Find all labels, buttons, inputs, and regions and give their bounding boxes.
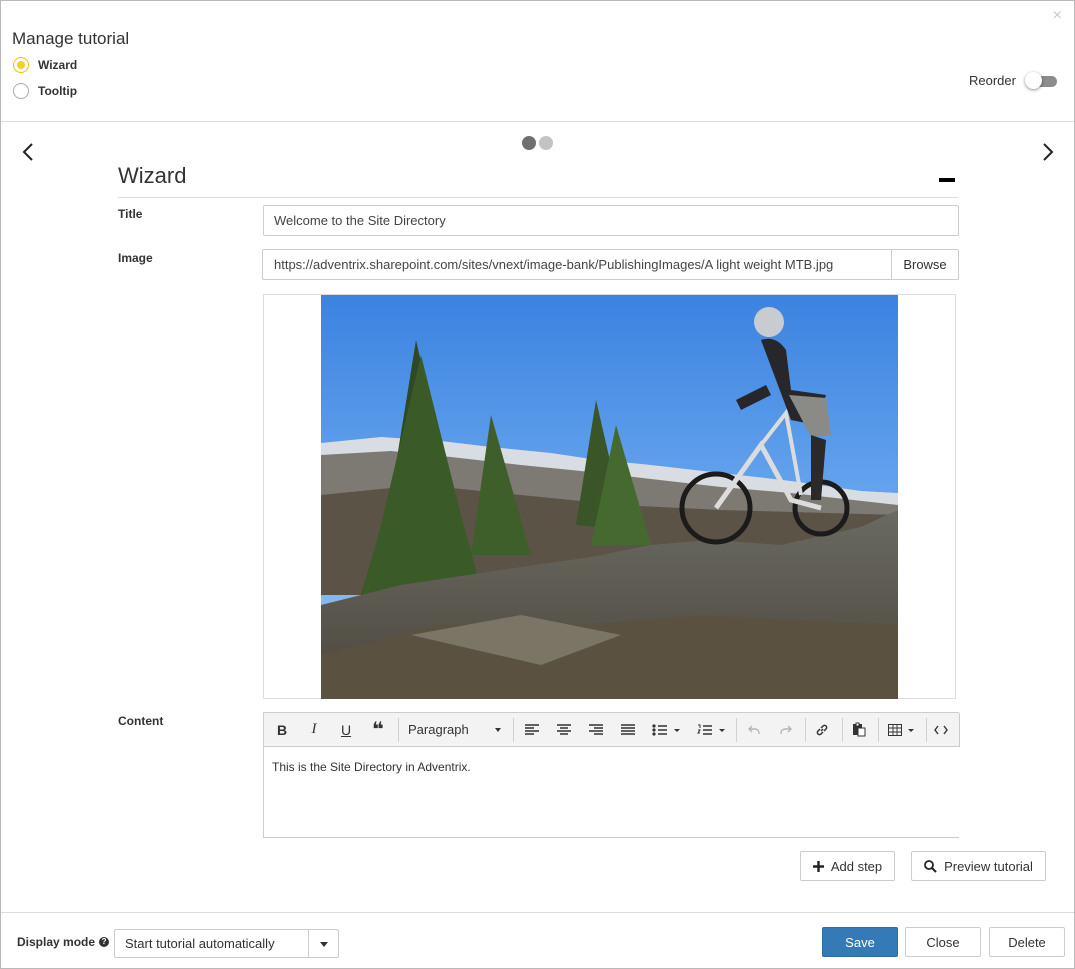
editor-content[interactable]: This is the Site Directory in Adventrix. — [272, 760, 471, 774]
numbered-list-icon[interactable] — [695, 713, 729, 746]
radio-checked-icon[interactable] — [13, 57, 29, 73]
toolbar-separator — [513, 718, 514, 742]
step-dot-2[interactable] — [539, 136, 553, 150]
step-dot-1[interactable] — [522, 136, 536, 150]
toolbar-separator — [736, 718, 737, 742]
align-right-icon[interactable] — [586, 713, 606, 746]
mountain-bike-photo — [321, 295, 898, 699]
blockquote-icon[interactable]: ❝ — [367, 713, 389, 746]
display-mode-label: Display mode ? — [17, 935, 110, 949]
rich-text-editor: B I U ❝ Paragraph This is the Site Direc… — [263, 712, 960, 838]
browse-button[interactable]: Browse — [891, 249, 959, 280]
paste-icon[interactable] — [849, 713, 869, 746]
plus-icon — [812, 860, 824, 872]
display-mode-text: Display mode — [17, 935, 96, 949]
toolbar-separator — [398, 718, 399, 742]
align-center-icon[interactable] — [554, 713, 574, 746]
align-left-icon[interactable] — [522, 713, 542, 746]
toolbar-separator — [878, 718, 879, 742]
display-mode-dropdown-button[interactable] — [308, 929, 339, 958]
save-button[interactable]: Save — [822, 927, 898, 957]
divider — [118, 197, 958, 198]
image-preview — [263, 294, 956, 699]
add-step-button[interactable]: Add step — [800, 851, 895, 881]
title-input[interactable]: Welcome to the Site Directory — [263, 205, 959, 236]
radio-wizard-label: Wizard — [38, 58, 78, 72]
collapse-step-button[interactable] — [939, 178, 955, 182]
image-label: Image — [118, 251, 153, 265]
bullet-list-icon[interactable] — [650, 713, 684, 746]
radio-tooltip-label: Tooltip — [38, 84, 78, 98]
add-step-label: Add step — [830, 858, 883, 874]
format-select[interactable]: Paragraph — [408, 713, 504, 746]
preview-tutorial-label: Preview tutorial — [944, 858, 1033, 874]
previous-step-button[interactable] — [17, 139, 41, 165]
chevron-right-icon — [1043, 143, 1054, 161]
reorder-toggle[interactable] — [1025, 72, 1057, 90]
display-mode-select[interactable]: Start tutorial automatically — [114, 929, 309, 958]
toolbar-separator — [805, 718, 806, 742]
undo-icon[interactable] — [744, 713, 764, 746]
radio-unchecked-icon[interactable] — [13, 83, 29, 99]
link-icon[interactable] — [812, 713, 832, 746]
source-code-icon[interactable] — [930, 713, 952, 746]
toolbar-separator — [842, 718, 843, 742]
manage-tutorial-dialog: × Manage tutorial Wizard Tooltip Reorder… — [0, 0, 1075, 969]
step-heading: Wizard — [118, 163, 187, 188]
bold-icon[interactable]: B — [272, 713, 292, 746]
reorder-label: Reorder — [969, 73, 1016, 88]
toggle-knob — [1025, 72, 1042, 89]
align-justify-icon[interactable] — [618, 713, 638, 746]
radio-wizard[interactable]: Wizard — [13, 57, 77, 73]
delete-button[interactable]: Delete — [989, 927, 1065, 957]
preview-tutorial-button[interactable]: Preview tutorial — [911, 851, 1046, 881]
radio-tooltip[interactable]: Tooltip — [13, 83, 77, 99]
redo-icon[interactable] — [776, 713, 796, 746]
underline-icon[interactable]: U — [336, 713, 356, 746]
image-url-input[interactable]: https://adventrix.sharepoint.com/sites/v… — [262, 249, 892, 280]
step-indicator — [522, 136, 553, 150]
dialog-title: Manage tutorial — [12, 29, 130, 48]
next-step-button[interactable] — [1037, 139, 1061, 165]
title-label: Title — [118, 207, 143, 221]
caret-down-icon — [495, 728, 501, 732]
search-icon — [924, 859, 937, 873]
italic-icon[interactable]: I — [304, 713, 324, 746]
format-select-value: Paragraph — [408, 722, 469, 737]
table-icon[interactable] — [886, 713, 920, 746]
help-icon[interactable]: ? — [99, 937, 110, 947]
toolbar-separator — [926, 718, 927, 742]
close-button[interactable]: Close — [905, 927, 981, 957]
content-label: Content — [118, 714, 164, 728]
dialog-footer: Display mode ? Start tutorial automatica… — [1, 912, 1074, 969]
chevron-left-icon — [22, 143, 33, 161]
editor-toolbar: B I U ❝ Paragraph — [264, 713, 960, 747]
dialog-header: Manage tutorial Wizard Tooltip Reorder — [1, 1, 1074, 122]
